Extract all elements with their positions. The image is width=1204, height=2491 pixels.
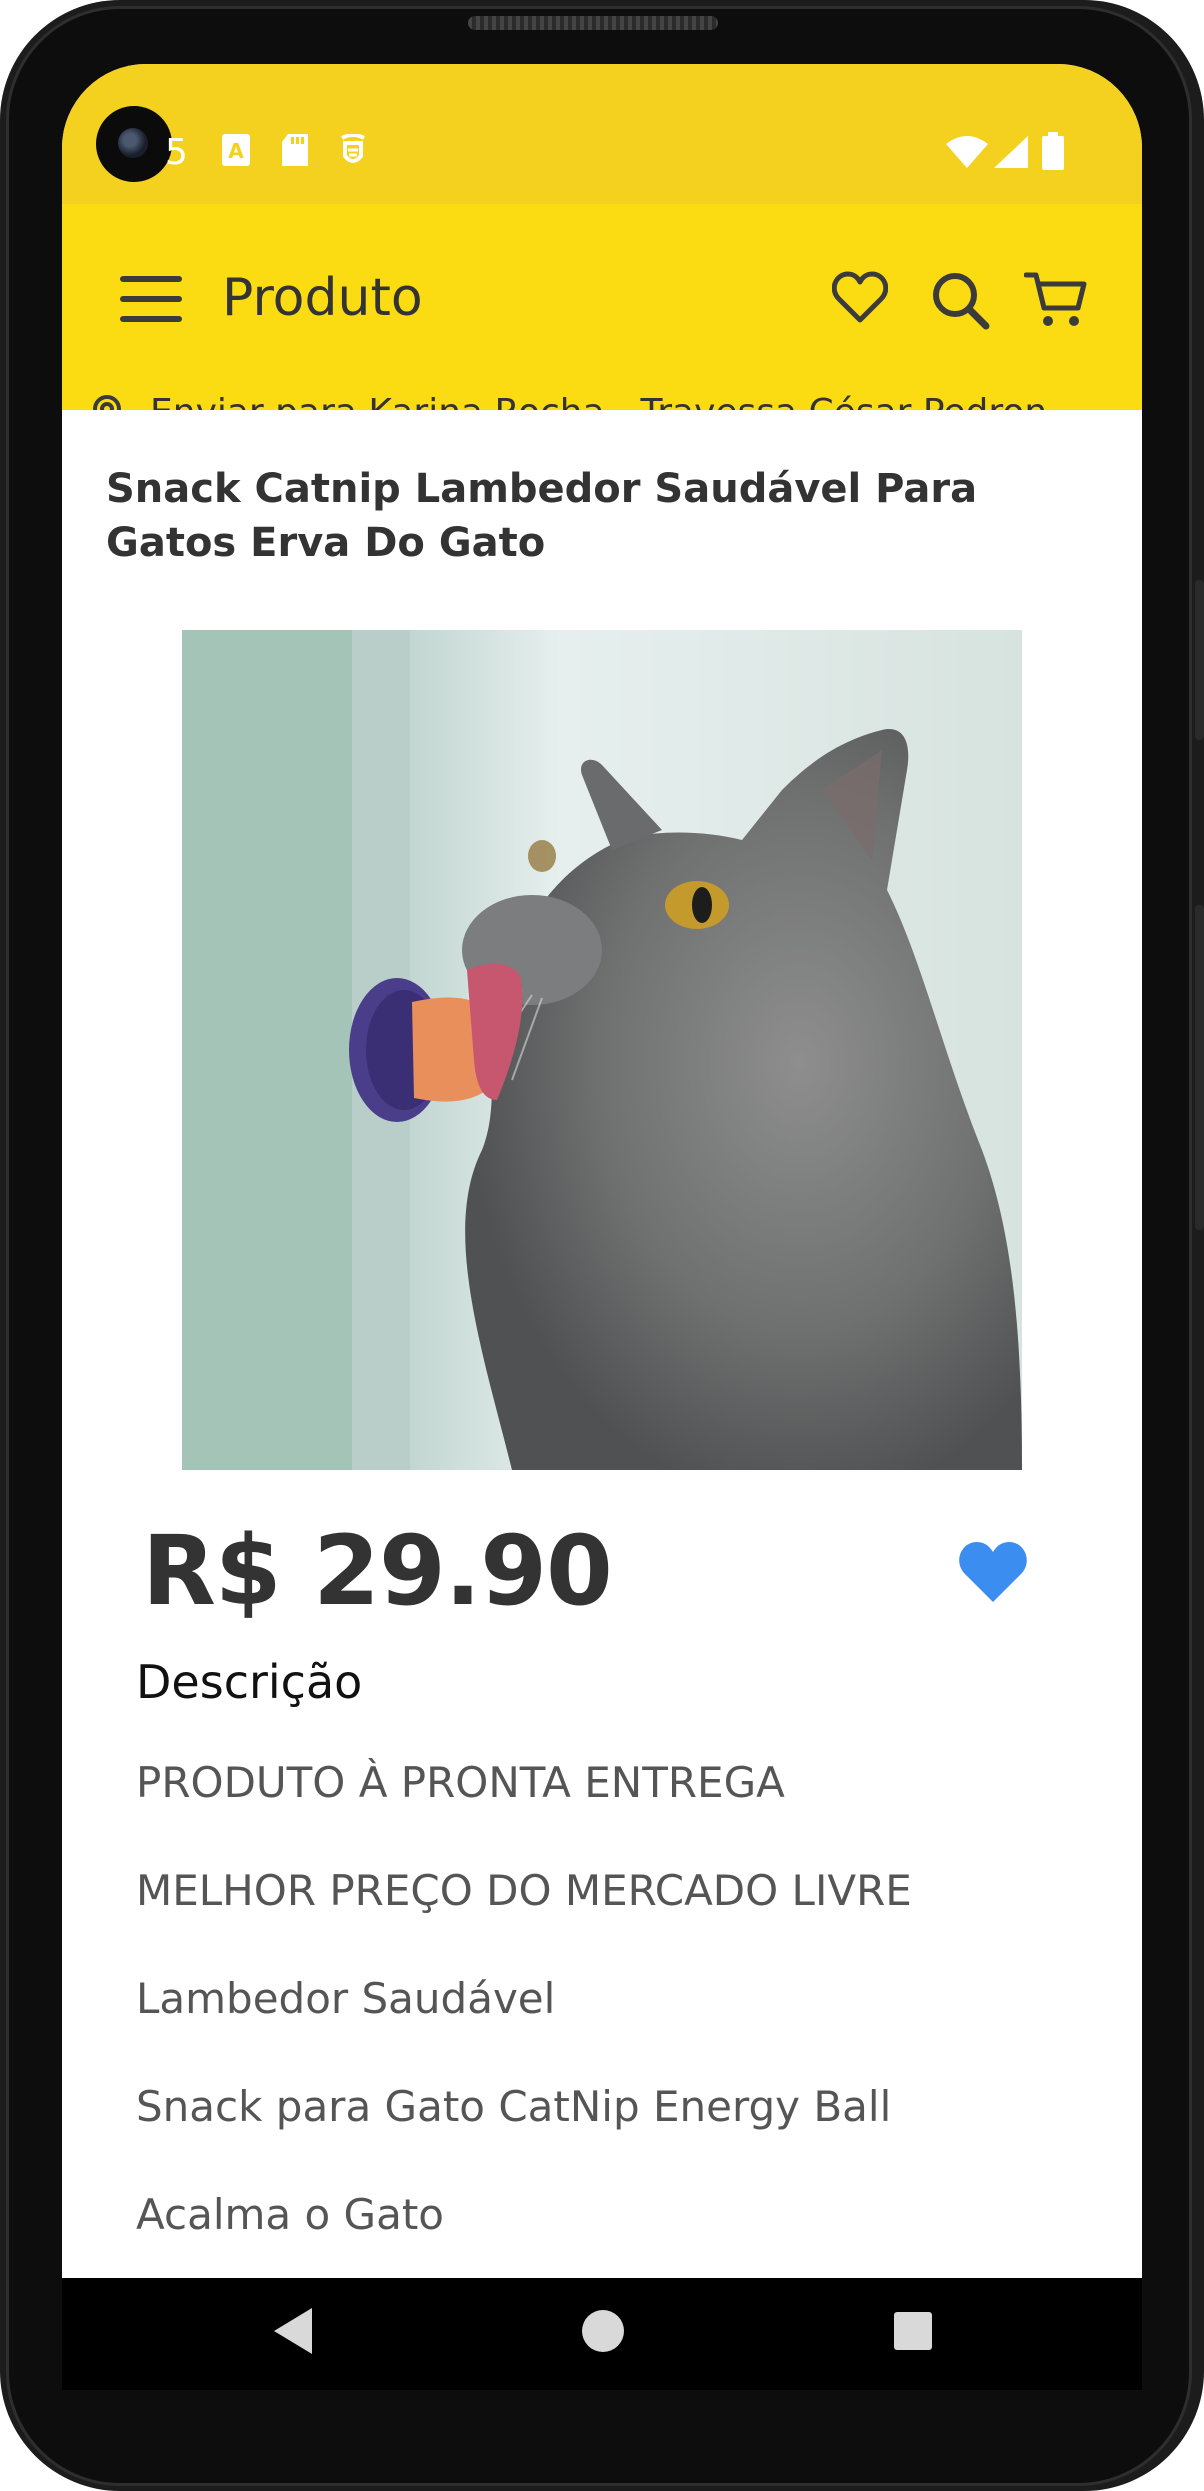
description-line: Lambedor Saudável — [136, 1974, 556, 2023]
wifi-icon — [946, 136, 988, 168]
description-line: MELHOR PREÇO DO MERCADO LIVRE — [136, 1866, 912, 1915]
product-content: Snack Catnip Lambedor Saudável Para Gato… — [62, 410, 1142, 2278]
system-nav-bar — [62, 2278, 1142, 2390]
svg-text:A: A — [228, 139, 244, 163]
front-camera — [96, 106, 172, 182]
description-title: Descrição — [136, 1655, 363, 1709]
product-title: Snack Catnip Lambedor Saudável Para Gato… — [106, 466, 978, 566]
status-time: 5 — [165, 132, 188, 173]
signal-icon — [994, 136, 1028, 168]
battery-icon — [1042, 132, 1064, 170]
description-line: Acalma o Gato — [136, 2190, 444, 2239]
notification-icon — [341, 134, 365, 163]
home-icon[interactable] — [580, 2308, 626, 2354]
description-line: PRODUTO À PRONTA ENTREGA — [136, 1758, 785, 1807]
favorite-heart-icon[interactable] — [957, 1540, 1029, 1604]
screen: 5 A Produto Snack Catnip Lambedor Saudáv… — [62, 64, 1142, 2278]
status-bar: 5 A — [62, 64, 1142, 204]
power-button — [1195, 905, 1204, 1230]
description-line: Snack para Gato CatNip Energy Ball — [136, 2082, 892, 2131]
product-price: R$ 29.90 — [142, 1515, 613, 1627]
earpiece-speaker — [468, 16, 718, 30]
product-image[interactable] — [182, 630, 1022, 1470]
app-bar: Produto Enviar para Karina Rocha - Trave… — [62, 204, 1142, 436]
android-a-icon: A — [222, 134, 250, 166]
search-icon[interactable] — [930, 270, 990, 330]
back-icon[interactable] — [270, 2306, 314, 2356]
heart-outline-icon[interactable] — [832, 270, 888, 324]
volume-button — [1195, 580, 1204, 740]
sd-card-icon — [282, 134, 308, 166]
menu-icon[interactable] — [120, 276, 182, 322]
page-title: Produto — [222, 268, 423, 328]
recents-icon[interactable] — [892, 2310, 934, 2352]
cart-icon[interactable] — [1024, 270, 1088, 330]
